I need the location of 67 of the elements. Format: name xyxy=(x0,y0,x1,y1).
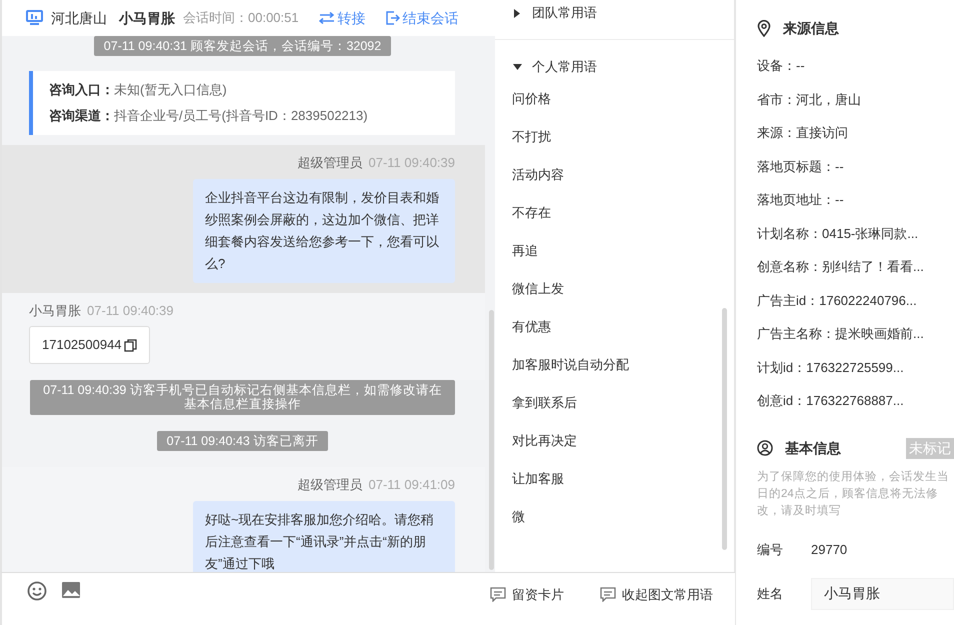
exit-icon xyxy=(386,11,400,25)
system-notice: 07-11 09:40:39 访客手机号已自动标记右侧基本信息栏，如需修改请在基本信息栏直接操作 xyxy=(30,380,455,415)
message-time: 07-11 09:40:39 xyxy=(87,302,174,320)
source-field: 创意名称：别纠结了！看看... xyxy=(757,257,924,276)
source-field: 创意id：176322768887... xyxy=(757,391,904,410)
source-field: 落地页标题：-- xyxy=(757,156,844,176)
field-value: 29770 xyxy=(811,540,848,559)
visitor-location: 河北唐山 xyxy=(51,8,107,28)
phrase-item[interactable]: 不存在 xyxy=(512,203,551,223)
phrase-item[interactable]: 拿到联系后 xyxy=(512,393,577,413)
message-icon xyxy=(600,587,616,602)
system-notice: 07-11 09:40:43 访客已离开 xyxy=(156,430,328,451)
source-field: 广告主名称：提米映画婚前... xyxy=(757,324,924,344)
swap-arrows-icon xyxy=(318,12,335,24)
notice-text: 为了保障您的使用体验，会话发生当日的24点之后，顾客信息将无法修改，请及时填写 xyxy=(757,470,950,518)
visitor-name: 小马胃胀 xyxy=(119,8,175,28)
copy-icon[interactable] xyxy=(124,338,137,352)
section-title: 基本信息 xyxy=(785,438,841,458)
section-title: 来源信息 xyxy=(783,19,839,38)
source-field: 计划id：176322725599... xyxy=(757,358,904,377)
phrase-item[interactable]: 有优惠 xyxy=(512,317,551,337)
phrase-group-toggle[interactable]: 团队常用语 xyxy=(495,0,734,26)
source-field: 省市：河北，唐山 xyxy=(757,90,861,109)
caret-down-icon xyxy=(513,62,522,72)
message-time: 07-11 09:41:09 xyxy=(368,476,455,494)
smiley-icon[interactable] xyxy=(27,581,47,601)
phrase-item[interactable]: 对比再决定 xyxy=(512,431,577,451)
toolbar-button[interactable]: 收起图文常用语 xyxy=(600,581,713,608)
message-bubble: 企业抖音平台这边有限制，发价目表和婚纱照案例会屏蔽的，这边加个微信、把详细套餐内容发送给您参考一下，您看可以么? xyxy=(193,178,455,283)
source-field: 设备：-- xyxy=(757,56,805,76)
location-pin-icon xyxy=(757,20,771,37)
phrase-item[interactable]: 微 xyxy=(512,507,525,527)
phrase-group-toggle[interactable]: 个人常用语 xyxy=(495,54,734,80)
caret-right-icon xyxy=(513,8,522,18)
field-label: 姓名 xyxy=(757,584,783,603)
sender-name: 超级管理员 xyxy=(298,154,362,172)
source-field: 广告主id：176022240796... xyxy=(757,290,917,310)
phrase-item[interactable]: 加客服时说自动分配 xyxy=(512,355,629,375)
system-notice: 07-11 09:40:31 顾客发起会话，会话编号：32092 xyxy=(94,36,392,56)
info-label: 咨询渠道： xyxy=(49,108,114,124)
scrollbar-thumb[interactable] xyxy=(722,308,727,550)
session-time: 会话时间：00:00:51 xyxy=(183,9,299,28)
message-bubble: 好哒~现在安排客服加您介绍哈。请您稍后注意查看一下“通讯录”并点击“新的朋友”通过下哦 xyxy=(193,500,455,572)
toolbar-button[interactable]: 留资卡片 xyxy=(490,581,564,608)
info-value: 抖音企业号/员工号(抖音号ID：2839502213) xyxy=(114,108,368,124)
image-icon[interactable] xyxy=(61,581,81,599)
field-label: 编号 xyxy=(757,540,783,559)
phrase-item[interactable]: 问价格 xyxy=(512,89,551,109)
user-circle-icon xyxy=(757,440,773,456)
phrase-item[interactable]: 活动内容 xyxy=(512,165,564,185)
source-field: 来源：直接访问 xyxy=(757,123,848,142)
info-label: 咨询入口： xyxy=(49,82,114,98)
message-icon xyxy=(490,587,506,602)
phrase-item[interactable]: 再追 xyxy=(512,241,538,261)
phone-number: 17102500944 xyxy=(42,336,122,354)
info-value: 未知(暂无入口信息) xyxy=(114,82,227,98)
source-field: 落地页地址：-- xyxy=(757,190,844,210)
monitor-icon xyxy=(26,10,43,26)
message-time: 07-11 09:40:39 xyxy=(368,154,455,172)
phrase-item[interactable]: 让加客服 xyxy=(512,469,564,489)
phrase-item[interactable]: 微信上发 xyxy=(512,279,564,299)
name-input-field[interactable]: 小马胃胀 xyxy=(811,578,954,610)
sender-name: 小马胃胀 xyxy=(29,302,81,320)
phrase-item[interactable]: 不打扰 xyxy=(512,127,551,147)
sender-name: 超级管理员 xyxy=(298,476,362,494)
source-field: 计划名称：0415-张琳同款... xyxy=(757,224,918,243)
scrollbar-thumb[interactable] xyxy=(489,310,494,570)
